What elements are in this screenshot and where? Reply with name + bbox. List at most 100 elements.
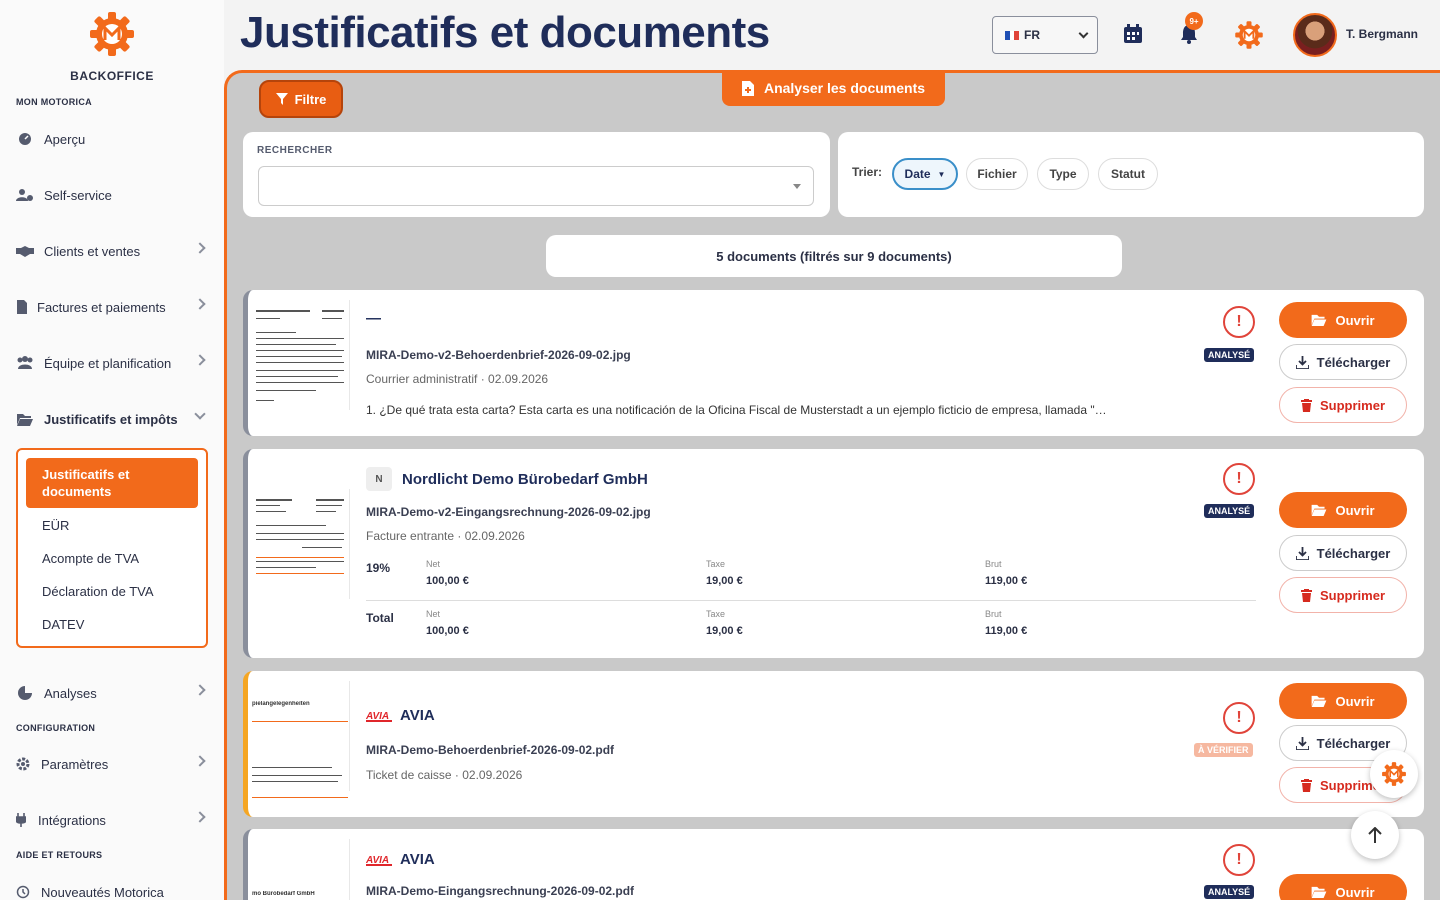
gross-value: 119,00 € [985,575,1028,587]
sidebar-item-label: Nouveautés Motorica [41,884,164,900]
scroll-to-top-button[interactable] [1351,811,1399,859]
sidebar-item-label: Self-service [44,187,112,203]
submenu-item-declaration-tva[interactable]: Déclaration de TVA [42,584,154,599]
sort-statut-pill[interactable]: Statut [1098,158,1158,190]
gross-cell: Brut 119,00 € [985,559,1027,587]
gross-cell: Brut 119,00 € [985,609,1027,637]
sidebar-item-factures[interactable]: Factures et paiements [16,293,208,321]
gross-value: 119,00 € [985,625,1028,637]
gross-label: Brut [985,559,1002,569]
gear-logo-icon [1382,762,1406,786]
total-label: Total [366,611,394,625]
brand-logo[interactable]: BACKOFFICE [0,10,224,83]
open-button[interactable]: Ouvrir [1279,302,1407,338]
chevron-right-icon [194,242,206,254]
chevron-right-icon [194,755,206,767]
sort-type-pill[interactable]: Type [1037,158,1089,190]
document-thumbnail[interactable] [252,489,350,599]
sidebar-item-equipe[interactable]: Équipe et planification [16,349,208,377]
submenu-item-eur[interactable]: EÜR [42,518,69,533]
avia-logo-icon: AVIA [366,855,392,866]
document-thumbnail[interactable]: mo Bürobedarf GmbH [252,839,350,900]
open-button[interactable]: Ouvrir [1279,492,1407,528]
filter-icon [275,93,288,105]
sidebar-item-apercu[interactable]: Aperçu [16,125,208,153]
sidebar-item-label: Factures et paiements [37,299,166,315]
sort-label: Trier: [852,165,883,179]
chevron-down-icon [1078,28,1089,39]
open-button[interactable]: Ouvrir [1279,874,1407,900]
alert-icon[interactable]: ! [1223,306,1255,338]
avatar[interactable] [1293,13,1337,57]
download-button[interactable]: Télécharger [1279,535,1407,571]
language-select[interactable]: FR [992,16,1098,54]
chevron-right-icon [194,811,206,823]
submenu-item-datev[interactable]: DATEV [42,617,84,632]
delete-button[interactable]: Supprimer [1279,577,1407,613]
calendar-icon[interactable] [1121,22,1145,46]
sidebar-item-integrations[interactable]: Intégrations [16,806,208,834]
net-value: 100,00 € [426,575,469,587]
sidebar-item-analyses[interactable]: Analyses [16,679,208,707]
tax-value: 19,00 € [706,625,743,637]
download-icon [1295,355,1309,369]
sidebar-item-label: Clients et ventes [44,243,141,259]
alert-icon[interactable]: ! [1223,463,1255,495]
sidebar-item-clients[interactable]: Clients et ventes [16,237,208,265]
sidebar-item-label: Analyses [44,685,97,701]
sidebar-item-nouveautes[interactable]: Nouveautés Motorica [16,878,208,900]
alert-icon[interactable]: ! [1223,702,1255,734]
download-button[interactable]: Télécharger [1279,344,1407,380]
users-cog-icon [16,188,34,202]
document-meta: Ticket de caisse · 02.09.2026 [366,768,523,782]
sort-card: Trier: Date ▼ Fichier Type Statut [838,132,1424,217]
caret-down-icon: ▼ [937,169,946,179]
invoice-icon [16,300,28,314]
tax-cell: Taxe 19,00 € [706,609,743,637]
sort-option-label: Statut [1111,167,1145,181]
tax-value: 19,00 € [706,575,743,587]
download-icon [1295,546,1309,560]
sort-option-label: Type [1049,167,1077,181]
documents-summary: 5 documents (filtrés sur 9 documents) [546,235,1122,277]
submenu-item-acompte-tva[interactable]: Acompte de TVA [42,551,139,566]
language-value: FR [1024,28,1040,42]
tax-rate: 19% [366,561,391,575]
open-label: Ouvrir [1335,502,1375,518]
pie-chart-icon [16,686,34,700]
document-title: N Nordlicht Demo Bürobedarf GmbH [366,467,648,491]
chevron-right-icon [194,298,206,310]
sort-date-pill[interactable]: Date ▼ [892,158,958,190]
net-cell: Net 100,00 € [426,609,469,637]
filter-button[interactable]: Filtre [259,80,343,118]
analyze-documents-button[interactable]: Analyser les documents [722,70,945,106]
submenu-item-justificatifs-documents[interactable]: Justificatifs et documents [26,458,198,508]
brand-name: BACKOFFICE [70,69,154,83]
folder-open-icon [1311,695,1327,707]
folder-open-icon [1311,314,1327,326]
status-badge: ANALYSÉ [1204,885,1255,899]
sidebar-item-self-service[interactable]: Self-service [16,181,208,209]
open-button[interactable]: Ouvrir [1279,683,1407,719]
status-badge: ANALYSÉ [1204,504,1255,518]
search-input[interactable] [258,166,814,206]
document-title: — [366,310,381,327]
net-value: 100,00 € [426,625,469,637]
delete-button[interactable]: Supprimer [1279,387,1407,423]
document-meta: Facture entrante · 02.09.2026 [366,529,525,543]
notification-badge: 9+ [1185,12,1203,30]
gear-logo-icon[interactable] [1234,20,1264,50]
sort-fichier-pill[interactable]: Fichier [966,158,1028,190]
assistant-button[interactable] [1370,750,1418,798]
document-thumbnail[interactable] [252,300,350,410]
alert-icon[interactable]: ! [1223,844,1255,876]
document-thumbnail[interactable]: pielangelegenheiten [252,681,350,798]
vendor-initial-badge: N [366,467,392,491]
search-card: RECHERCHER [243,132,830,217]
document-description: 1. ¿De qué trata esta carta? Esta carta … [366,403,1107,417]
sidebar-item-parametres[interactable]: Paramètres [16,750,208,778]
tax-row: 19% Net 100,00 € Taxe 19,00 € Brut 119,00 € [366,559,1256,599]
sidebar-item-justificatifs[interactable]: Justificatifs et impôts [16,405,208,433]
submenu-justificatifs: Justificatifs et documents EÜR Acompte d… [16,448,208,648]
user-name[interactable]: T. Bergmann [1346,27,1418,41]
